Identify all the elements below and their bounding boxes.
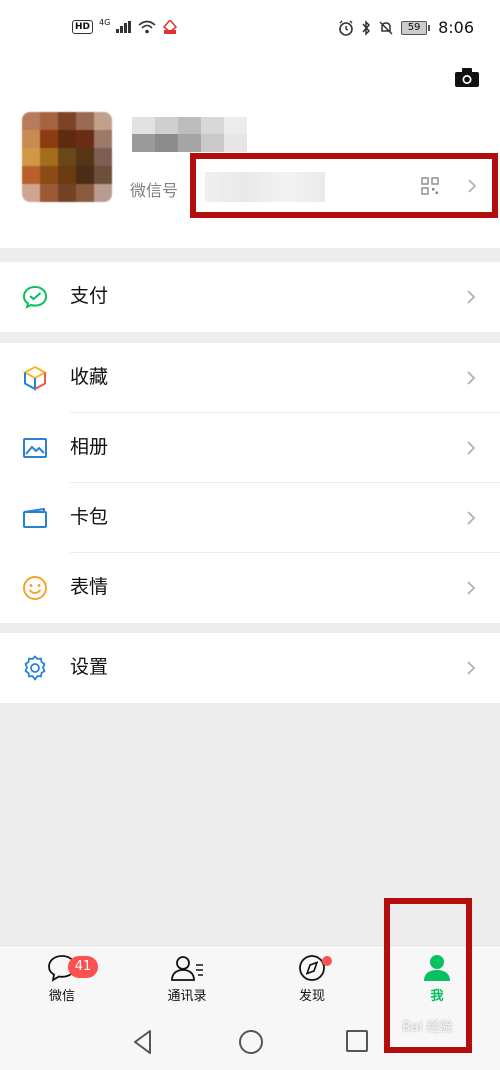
chevron-right-icon xyxy=(467,371,476,385)
recents-icon[interactable] xyxy=(345,1029,369,1053)
menu-item-favorites[interactable]: 收藏 xyxy=(0,343,500,413)
settings-section: 设置 xyxy=(0,633,500,703)
menu-item-cards[interactable]: 卡包 xyxy=(0,483,500,553)
chevron-right-icon xyxy=(467,661,476,675)
wifi-icon xyxy=(138,20,156,34)
tab-me[interactable]: 我 xyxy=(387,954,487,1014)
home-icon[interactable] xyxy=(238,1029,264,1055)
chevron-right-icon xyxy=(468,179,477,193)
pay-section: 支付 xyxy=(0,262,500,332)
avatar[interactable] xyxy=(22,112,112,202)
tab-chats[interactable]: 微信 41 xyxy=(12,954,112,1014)
bluetooth-icon xyxy=(362,19,371,36)
chevron-right-icon xyxy=(467,441,476,455)
hd-indicator: HD xyxy=(72,20,94,34)
signal-icon xyxy=(116,21,132,33)
back-icon[interactable] xyxy=(132,1029,154,1055)
smiley-icon xyxy=(23,576,47,600)
tab-label-discover: 发现 xyxy=(298,989,325,1004)
unread-badge: 41 xyxy=(68,956,98,978)
chevron-right-icon xyxy=(467,511,476,525)
battery-indicator: 59 xyxy=(401,20,431,35)
alarm-icon xyxy=(339,20,353,36)
network-type: 4G xyxy=(99,17,111,27)
menu-label-cards: 卡包 xyxy=(70,506,109,528)
wechat-id-label: 微信号 xyxy=(130,181,179,200)
tab-discover[interactable]: 发现 xyxy=(262,954,362,1014)
picture-icon xyxy=(23,438,47,458)
cube-icon xyxy=(22,365,48,391)
tab-label-me: 我 xyxy=(430,989,444,1004)
tab-contacts[interactable]: 通讯录 xyxy=(137,954,237,1014)
menu-label-stickers: 表情 xyxy=(70,576,109,598)
contacts-icon xyxy=(171,956,203,981)
menu-item-stickers[interactable]: 表情 xyxy=(0,553,500,623)
chevron-right-icon xyxy=(467,290,476,304)
gear-icon xyxy=(24,655,46,681)
notification-dot xyxy=(322,956,332,966)
tab-label-chats: 微信 xyxy=(48,989,75,1004)
status-bar: HD 4G 59 8:06 xyxy=(0,0,500,60)
nickname-blur-lower xyxy=(132,134,247,152)
menu-item-album[interactable]: 相册 xyxy=(0,413,500,483)
services-section: 收藏 相册 卡包 表情 xyxy=(0,343,500,623)
wallet-icon xyxy=(23,507,47,528)
menu-label-pay: 支付 xyxy=(70,285,109,307)
tab-label-contacts: 通讯录 xyxy=(167,989,207,1004)
menu-item-settings[interactable]: 设置 xyxy=(0,633,500,703)
wechat-id-blurred xyxy=(205,172,325,202)
camera-icon[interactable] xyxy=(454,68,480,88)
menu-label-settings: 设置 xyxy=(70,656,109,678)
menu-label-favorites: 收藏 xyxy=(70,366,109,388)
clock: 8:06 xyxy=(438,18,474,37)
profile-header[interactable]: 微信号 xyxy=(0,60,500,248)
chevron-right-icon xyxy=(467,581,476,595)
watermark: Bai 经验 xyxy=(402,1020,453,1035)
qr-code-icon[interactable] xyxy=(421,177,439,195)
person-icon xyxy=(424,955,450,981)
menu-label-album: 相册 xyxy=(70,436,109,458)
pay-icon xyxy=(22,285,48,309)
mute-bell-icon xyxy=(379,20,393,35)
carrier-icon xyxy=(163,20,178,34)
menu-item-pay[interactable]: 支付 xyxy=(0,262,500,332)
